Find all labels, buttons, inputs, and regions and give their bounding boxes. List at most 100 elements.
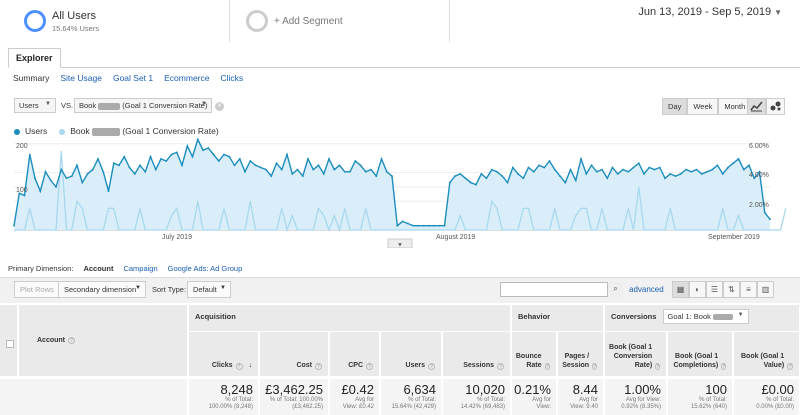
pie-chart-icon[interactable]: ◐ <box>689 281 706 298</box>
users-data-point[interactable] <box>244 170 246 173</box>
line-chart-icon[interactable] <box>747 98 766 115</box>
users-data-point[interactable] <box>128 166 131 169</box>
column-header-sessions[interactable]: Sessions? <box>443 332 511 376</box>
help-icon[interactable]: ? <box>235 363 243 370</box>
tab-explorer[interactable]: Explorer <box>8 48 61 68</box>
users-data-point[interactable] <box>118 164 120 167</box>
users-data-point[interactable] <box>375 175 378 177</box>
users-data-point[interactable] <box>333 168 336 171</box>
users-data-point[interactable] <box>139 164 141 167</box>
users-data-point[interactable] <box>212 153 215 156</box>
users-data-point[interactable] <box>359 164 362 167</box>
users-data-point[interactable] <box>569 168 572 171</box>
subtab-summary[interactable]: Summary <box>13 73 49 83</box>
users-data-point[interactable] <box>769 218 771 221</box>
subtab-site-usage[interactable]: Site Usage <box>60 73 102 83</box>
column-header-users[interactable]: Users? <box>381 332 442 376</box>
users-data-point[interactable] <box>412 224 414 227</box>
column-header-pages-per-session[interactable]: Pages / Session? <box>558 332 604 376</box>
users-data-point[interactable] <box>574 179 577 182</box>
users-data-point[interactable] <box>270 175 273 177</box>
users-data-point[interactable] <box>469 181 472 184</box>
users-data-point[interactable] <box>207 147 210 149</box>
search-icon[interactable]: ⌕ <box>607 282 623 297</box>
add-segment-button[interactable]: + Add Segment <box>232 0 450 42</box>
users-data-point[interactable] <box>233 164 236 167</box>
users-data-point[interactable] <box>506 181 509 184</box>
users-data-point[interactable] <box>706 170 708 173</box>
users-data-point[interactable] <box>170 153 173 156</box>
column-header-goal1-completions[interactable]: Book (Goal 1 Completions)? <box>668 332 733 376</box>
users-data-point[interactable] <box>102 170 105 173</box>
users-data-point[interactable] <box>548 160 551 162</box>
users-data-point[interactable] <box>580 157 582 160</box>
users-data-point[interactable] <box>543 166 546 169</box>
advanced-filter-link[interactable]: advanced <box>629 285 664 294</box>
secondary-dimension-select[interactable]: Secondary dimension ▼ <box>58 281 146 298</box>
users-data-point[interactable] <box>165 160 168 162</box>
help-icon[interactable]: ? <box>787 363 793 370</box>
users-data-point[interactable] <box>196 138 199 141</box>
users-data-point[interactable] <box>695 168 698 171</box>
users-data-point[interactable] <box>55 185 57 188</box>
help-icon[interactable]: ? <box>366 363 373 370</box>
users-data-point[interactable] <box>433 224 435 227</box>
users-data-point[interactable] <box>522 177 525 180</box>
help-icon[interactable]: ? <box>721 363 726 370</box>
users-data-point[interactable] <box>223 153 225 156</box>
users-data-point[interactable] <box>737 157 740 160</box>
users-data-point[interactable] <box>664 177 666 180</box>
users-data-point[interactable] <box>763 211 766 214</box>
legend-users[interactable]: Users <box>14 126 47 136</box>
users-data-point[interactable] <box>370 168 372 171</box>
users-data-point[interactable] <box>301 175 304 177</box>
users-data-point[interactable] <box>296 168 299 171</box>
users-data-point[interactable] <box>265 168 267 171</box>
column-header-cost[interactable]: Cost? <box>260 332 329 376</box>
users-data-point[interactable] <box>181 164 183 167</box>
users-data-point[interactable] <box>501 175 504 177</box>
users-data-point[interactable] <box>65 177 68 180</box>
users-data-point[interactable] <box>721 173 724 175</box>
users-data-point[interactable] <box>349 170 351 173</box>
users-data-point[interactable] <box>637 162 640 165</box>
users-data-point[interactable] <box>275 162 278 165</box>
subtab-ecommerce[interactable]: Ecommerce <box>164 73 209 83</box>
account-column-header[interactable]: Account? <box>19 305 188 376</box>
users-data-point[interactable] <box>742 168 745 171</box>
users-data-point[interactable] <box>254 164 257 167</box>
users-data-point[interactable] <box>259 166 262 169</box>
users-data-point[interactable] <box>748 164 750 167</box>
pivot-icon[interactable]: ▥ <box>757 281 774 298</box>
users-data-point[interactable] <box>249 160 252 162</box>
users-data-point[interactable] <box>149 155 152 158</box>
column-header-goal1-conversion-rate[interactable]: Book (Goal 1 Conversion Rate)? <box>605 332 667 376</box>
users-data-point[interactable] <box>307 157 309 160</box>
plot-rows-button[interactable]: Plot Rows <box>14 281 60 298</box>
users-data-point[interactable] <box>606 177 609 180</box>
users-data-point[interactable] <box>13 224 15 227</box>
column-header-goal1-value[interactable]: Book (Goal 1 Value)? <box>734 332 800 376</box>
users-data-point[interactable] <box>464 177 467 180</box>
users-data-point[interactable] <box>490 168 493 171</box>
users-data-point[interactable] <box>658 166 661 169</box>
users-data-point[interactable] <box>559 175 561 177</box>
users-data-point[interactable] <box>49 179 52 182</box>
users-data-point[interactable] <box>160 157 162 160</box>
users-data-point[interactable] <box>60 168 63 171</box>
users-data-point[interactable] <box>144 170 147 173</box>
metric1-select[interactable]: Users ▼ <box>14 98 56 113</box>
users-data-point[interactable] <box>643 173 645 175</box>
users-data-point[interactable] <box>459 173 462 175</box>
users-data-point[interactable] <box>364 170 367 173</box>
users-data-point[interactable] <box>532 170 535 173</box>
users-data-point[interactable] <box>202 149 204 152</box>
data-table-icon[interactable]: ▦ <box>672 281 689 298</box>
week-button[interactable]: Week <box>687 98 719 115</box>
users-data-point[interactable] <box>585 173 588 175</box>
users-data-point[interactable] <box>354 160 357 162</box>
users-data-point[interactable] <box>396 224 399 227</box>
users-data-point[interactable] <box>475 183 477 186</box>
users-data-point[interactable] <box>186 145 189 147</box>
users-data-point[interactable] <box>564 181 567 184</box>
